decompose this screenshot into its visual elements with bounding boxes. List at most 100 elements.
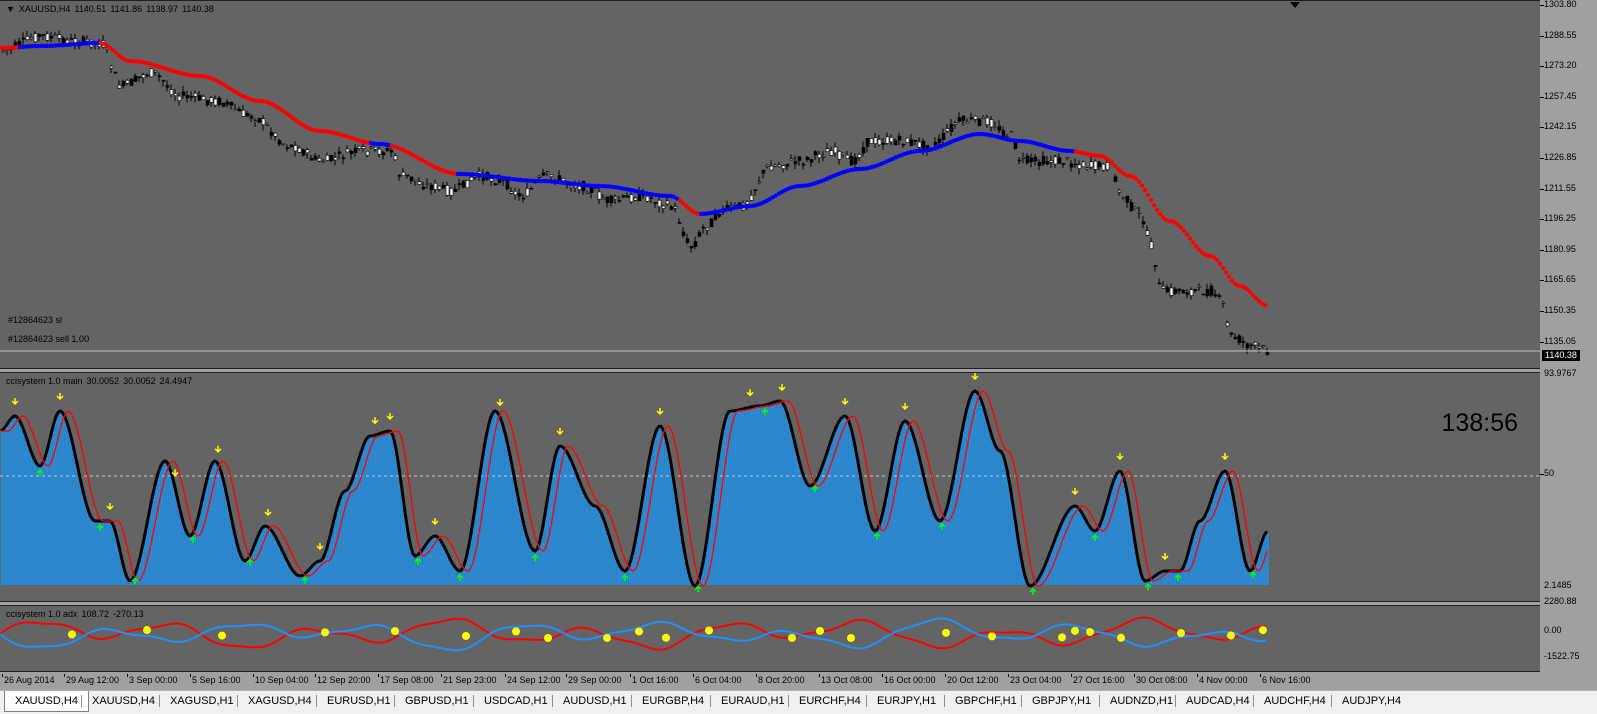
symbol-name: XAUUSD,H4 [19, 4, 71, 14]
chart-tab[interactable]: XAGUSD,H4 [238, 692, 322, 710]
chart-tab[interactable]: AUDCAD,H4 [1176, 692, 1260, 710]
cci-histogram-bar [221, 471, 223, 585]
chart-tab[interactable]: GBPJPY,H1 [1022, 692, 1101, 710]
cci-histogram-bar [489, 423, 491, 585]
cci-histogram-bar [1065, 516, 1067, 585]
candle-body [790, 159, 793, 160]
candle-body [398, 175, 401, 176]
cci-histogram-bar [353, 478, 355, 585]
cci-histogram-bar [247, 560, 249, 585]
candle-body [334, 158, 337, 160]
chart-tab[interactable]: EURCHF,H4 [789, 692, 871, 710]
cci-histogram-bar [661, 426, 663, 585]
cci-histogram-bar [781, 401, 783, 585]
cci-histogram-bar [359, 459, 361, 585]
cci-indicator-pane[interactable]: ccisystem 1.0 main30.005230.005224.4947 … [0, 373, 1540, 601]
chart-shift-marker-icon[interactable] [1290, 2, 1300, 8]
sell-arrow-icon [497, 399, 503, 405]
chart-tab[interactable]: EURGBP,H4 [632, 692, 714, 710]
cci-histogram-bar [161, 465, 163, 585]
cci-histogram-bar [375, 435, 377, 585]
candle-body [22, 38, 25, 39]
cci-histogram-bar [307, 572, 309, 585]
candle-body [646, 196, 649, 201]
cci-histogram-bar [723, 429, 725, 585]
sell-arrow-icon [1072, 488, 1078, 494]
time-axis-tick [1197, 674, 1198, 677]
price-chart-pane[interactable]: ▼XAUUSD,H41140.511141.861138.971140.38 #… [0, 1, 1540, 368]
time-axis[interactable]: 26 Aug 201429 Aug 12:003 Sep 00:005 Sep … [0, 674, 1540, 688]
candle-body [1162, 286, 1165, 288]
cci-histogram-bar [203, 496, 205, 585]
candle-body [226, 102, 229, 104]
cci-histogram-bar [257, 538, 259, 585]
cci-histogram-bar [471, 534, 473, 585]
cci-histogram-bar [1173, 571, 1175, 585]
candle-body [1082, 162, 1085, 167]
chart-tab[interactable]: GBPUSD,H1 [395, 692, 479, 710]
time-axis-label: 29 Sep 00:00 [568, 675, 622, 685]
chart-tab[interactable]: XAGUSD,H1 [160, 692, 244, 710]
price-scale-label: 1288.55 [1544, 30, 1577, 40]
cci-histogram-bar [189, 536, 191, 585]
candle-body [1178, 289, 1181, 291]
chart-tab[interactable]: USDCAD,H1 [474, 692, 558, 710]
candle-body [222, 103, 225, 106]
cci-histogram-bar [581, 485, 583, 585]
cci-histogram-bar [267, 526, 269, 585]
chart-tab[interactable]: AUDJPY,H4 [1332, 692, 1411, 710]
trend-dot [1185, 232, 1189, 236]
candle-body [1062, 163, 1065, 164]
chart-tab[interactable]: XAUUSD,H4 [4, 691, 89, 712]
candle-body [674, 207, 677, 209]
sell-arrow-icon [842, 398, 848, 404]
chart-tab[interactable]: AUDNZD,H1 [1100, 692, 1183, 710]
adx-chart-canvas[interactable] [0, 606, 1540, 671]
chart-tab[interactable]: AUDUSD,H1 [553, 692, 637, 710]
candle-body [130, 79, 133, 86]
candle-body [894, 141, 897, 145]
cci-histogram-bar [979, 395, 981, 585]
cci-histogram-bar [551, 477, 553, 585]
candle-body [590, 188, 593, 193]
cci-chart-canvas[interactable] [0, 373, 1540, 601]
price-scale[interactable]: 1303.801288.551273.201257.451242.151226.… [1540, 0, 1597, 369]
candle-body [654, 202, 657, 203]
cci-scale[interactable]: 93.9767 50 2.1485 [1540, 371, 1597, 603]
collapse-triangle-icon[interactable]: ▼ [6, 4, 15, 14]
cci-histogram-bar [573, 465, 575, 585]
candle-body [46, 34, 49, 40]
cci-histogram-bar [1215, 489, 1217, 585]
chart-tab[interactable]: EURAUD,H1 [711, 692, 795, 710]
cci-histogram-bar [351, 483, 353, 585]
candle-body [662, 206, 665, 209]
cci-histogram-bar [649, 460, 651, 585]
candle-body [362, 147, 365, 149]
candle-body [218, 98, 221, 105]
tab-separator [81, 695, 82, 707]
cci-histogram-bar [371, 436, 373, 585]
cci-value-3: 24.4947 [160, 376, 193, 386]
candle-body [610, 196, 613, 203]
candle-body [1078, 165, 1081, 169]
chart-tab[interactable]: GBPCHF,H1 [945, 692, 1027, 710]
cci-histogram-bar [1125, 482, 1127, 585]
cci-header: ccisystem 1.0 main30.005230.005224.4947 [6, 376, 196, 386]
chart-tab[interactable]: XAUUSD,H4 [82, 692, 165, 710]
adx-indicator-pane[interactable]: ccisystem 1.0 adx108.72-270.13 [0, 606, 1540, 671]
cci-histogram-bar [377, 435, 379, 585]
chart-tab[interactable]: EURUSD,H1 [317, 692, 401, 710]
sell-arrow-icon [107, 503, 113, 509]
adx-scale[interactable]: 2280.88 0.00 -1522.75 [1540, 604, 1597, 674]
adx-cross-dot [705, 626, 713, 634]
price-chart-canvas[interactable] [0, 1, 1540, 368]
time-axis-tick [630, 674, 631, 677]
chart-tab[interactable]: EURJPY,H1 [867, 692, 946, 710]
candle-body [866, 138, 869, 146]
candle-body [842, 153, 845, 155]
candle-body [1046, 161, 1049, 164]
cci-histogram-bar [805, 480, 807, 585]
cci-histogram-bar [513, 471, 515, 585]
chart-tab[interactable]: AUDCHF,H4 [1254, 692, 1336, 710]
cci-histogram-bar [21, 423, 23, 585]
